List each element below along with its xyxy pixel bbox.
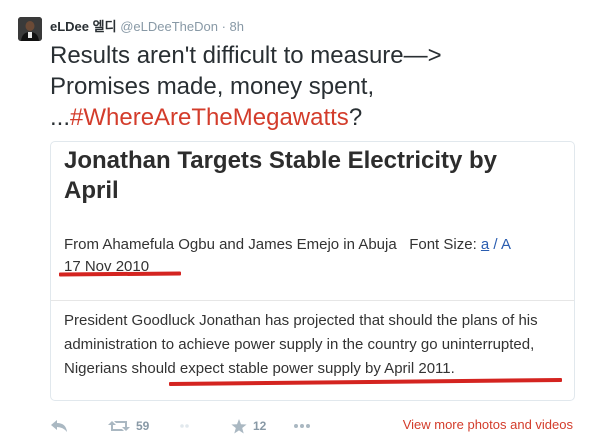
reply-icon (51, 420, 67, 432)
author-handle[interactable]: @eLDeeTheDon (120, 19, 218, 34)
date-underline-mark (58, 271, 182, 277)
favorite-count: 12 (253, 419, 267, 433)
attached-article-image[interactable]: Jonathan Targets Stable Electricity by A… (50, 141, 575, 401)
font-size-separator: / (489, 236, 501, 253)
article-byline: From Ahamefula Ogbu and James Emejo in A… (64, 234, 569, 256)
article-divider (51, 300, 574, 301)
tweet-text-line-2: Promises made, money spent, (50, 73, 375, 100)
font-size-label: Font Size: (409, 236, 477, 253)
author-avatar[interactable] (18, 17, 42, 41)
more-options-button[interactable] (293, 414, 311, 438)
author-name[interactable]: eLDee 엘디 (50, 19, 117, 34)
byline-authors: From Ahamefula Ogbu and James Emejo in A… (64, 236, 397, 253)
retweet-icon (108, 421, 130, 431)
favorite-placeholder[interactable] (179, 414, 193, 438)
reply-button[interactable] (50, 414, 68, 438)
options-dots-icon (180, 424, 189, 428)
tweet-header: eLDee 엘디 @eLDeeTheDon · 8h (50, 16, 244, 35)
article-body-text: President Goodluck Jonathan has projecte… (64, 312, 538, 353)
favorite-button[interactable]: 12 (231, 414, 266, 438)
article-title: Jonathan Targets Stable Electricity by A… (64, 147, 498, 204)
tweet-timestamp[interactable]: 8h (230, 19, 244, 34)
retweet-button[interactable]: 59 (108, 414, 149, 438)
retweet-count: 59 (136, 419, 150, 433)
more-dots-icon (294, 424, 310, 428)
question-mark: ? (348, 104, 363, 131)
font-size-small-link: a (480, 236, 490, 253)
star-icon (231, 418, 247, 433)
tweet-text-line-3: ...#WhereAreTheMegawatts? (50, 102, 580, 133)
ellipsis-prefix: ... (50, 104, 71, 131)
separator-dot: · (221, 19, 226, 34)
font-size-large-link: A (500, 236, 511, 253)
article-body-highlight: Nigerians should expect stable power sup… (64, 360, 451, 377)
article-body-end: . (450, 360, 455, 377)
tweet-text-line-1: Results aren't difficult to measure—> (50, 42, 442, 69)
hashtag-link[interactable]: #WhereAreTheMegawatts (70, 104, 349, 131)
tweet-text: Results aren't difficult to measure—> Pr… (50, 40, 580, 133)
view-more-media-link[interactable]: View more photos and videos (403, 417, 573, 432)
article-body: President Goodluck Jonathan has projecte… (64, 309, 569, 381)
